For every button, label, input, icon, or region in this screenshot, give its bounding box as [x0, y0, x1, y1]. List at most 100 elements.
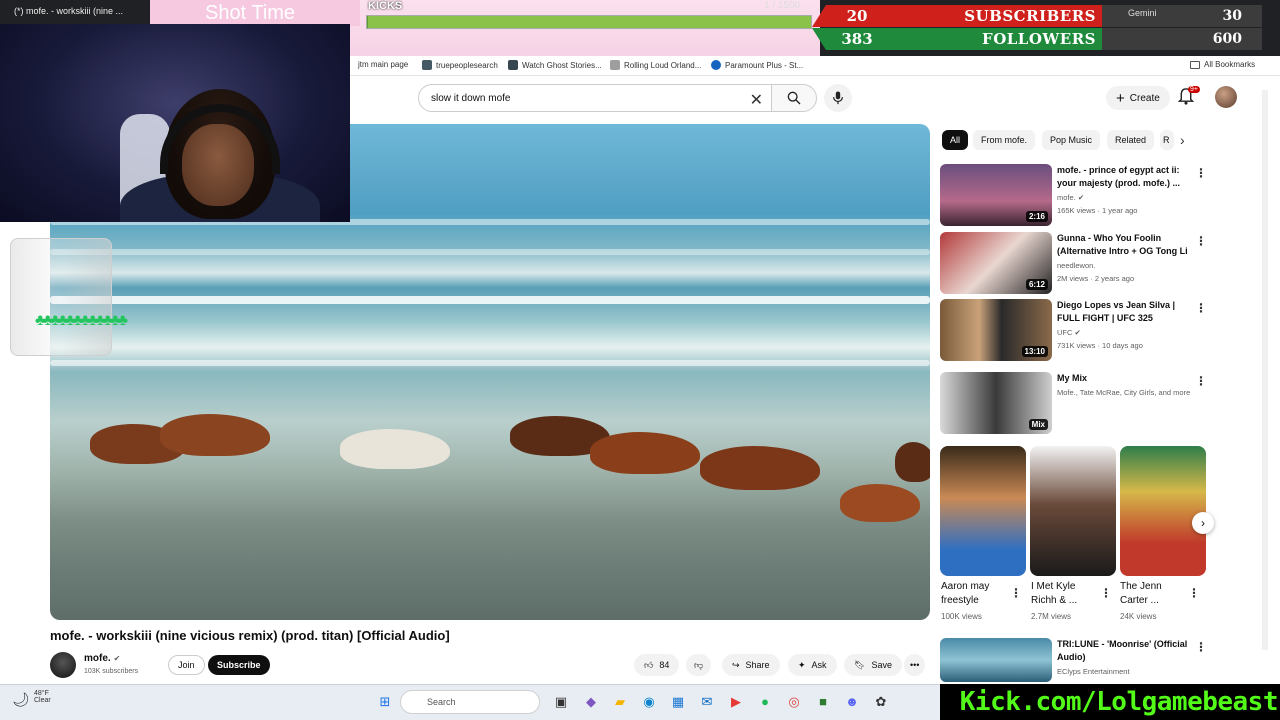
kicks-progress-bar [366, 15, 812, 29]
short-thumbnail[interactable] [1120, 446, 1206, 576]
chrome-icon[interactable]: ◎ [783, 691, 805, 713]
channel-avatar[interactable] [50, 652, 76, 678]
share-button[interactable]: ↪ Share [722, 654, 780, 676]
rec-meta: Mofe., Tate McRae, City Girls, and more [1057, 388, 1191, 397]
clear-search-icon[interactable]: ✕ [750, 90, 763, 110]
search-input[interactable]: slow it down mofe ✕ [418, 84, 772, 112]
scrollbar[interactable] [1262, 90, 1268, 650]
create-button[interactable]: + Create [1106, 86, 1170, 110]
account-avatar[interactable] [1215, 86, 1237, 108]
wave [50, 296, 930, 304]
minecraft-icon[interactable]: ■ [812, 691, 834, 713]
copilot-icon[interactable]: ◆ [580, 691, 602, 713]
temperature: 48°F [34, 690, 49, 697]
windows-start-icon[interactable]: ⊞ [374, 691, 396, 713]
kebab-menu-icon[interactable]: ⋮ [1195, 640, 1207, 654]
join-button[interactable]: Join [168, 655, 205, 675]
discord-icon[interactable]: ☻ [841, 691, 863, 713]
save-button[interactable]: 🔖︎ Save [844, 654, 902, 676]
rec-thumbnail[interactable]: Mix [940, 372, 1052, 434]
chip-all[interactable]: All [942, 130, 969, 150]
rec-item[interactable]: TRI:LUNE - 'Moonrise' (Official Audio) E… [940, 638, 1210, 682]
more-actions-button[interactable]: ••• [904, 654, 926, 676]
rec-item-mix[interactable]: Mix My Mix Mofe., Tate McRae, City Girls… [940, 372, 1210, 434]
short-title[interactable]: The Jenn Carter ... [1120, 580, 1190, 608]
rec-thumbnail[interactable] [940, 638, 1052, 682]
rec-title[interactable]: Diego Lopes vs Jean Silva | FULL FIGHT |… [1057, 299, 1195, 325]
chevron-right-icon[interactable]: › [1180, 132, 1185, 148]
kebab-menu-icon[interactable]: ⋮ [1195, 166, 1207, 180]
kick-jar-overlay: ♣♣♣♣♣♣♣♣♣♣♣♣ [10, 238, 128, 356]
search-query: slow it down mofe [431, 93, 511, 104]
bookmark-label: Watch Ghost Stories... [522, 60, 602, 70]
rec-thumbnail[interactable]: 6:12 [940, 232, 1052, 294]
bookmark-item[interactable]: truepeoplesearch [422, 60, 498, 70]
edge-icon[interactable]: ◉ [638, 691, 660, 713]
shorts-next-button[interactable]: › [1192, 512, 1214, 534]
taskbar-search[interactable]: Search [400, 690, 540, 714]
dislike-button[interactable]: 👎︎ [686, 654, 712, 676]
rec-title[interactable]: Gunna - Who You Foolin (Alternative Intr… [1057, 232, 1195, 258]
horse [840, 484, 920, 522]
microphone-icon [833, 91, 843, 105]
gemini-button[interactable]: Gemini [1128, 8, 1157, 18]
chip-partial[interactable]: R [1160, 130, 1174, 150]
plus-icon: + [1116, 89, 1125, 107]
short-thumbnail[interactable] [1030, 446, 1116, 576]
ask-button[interactable]: ✦ Ask [788, 654, 837, 676]
kebab-menu-icon[interactable]: ⋮ [1195, 374, 1207, 388]
task-view-icon[interactable]: ▣ [550, 691, 572, 713]
app-icon[interactable]: ✿ [870, 691, 892, 713]
weather-widget[interactable]: 48°F Clear [34, 690, 51, 704]
rec-title[interactable]: mofe. - prince of egypt act ii: your maj… [1057, 164, 1195, 190]
bookmark-item[interactable]: jtm main page [358, 60, 408, 69]
rec-thumbnail[interactable]: 2:16 [940, 164, 1052, 226]
kebab-menu-icon[interactable]: ⋮ [1195, 301, 1207, 315]
short-thumbnail[interactable] [940, 446, 1026, 576]
rec-channel-name: UFC [1057, 328, 1073, 337]
chip-related[interactable]: Related [1107, 130, 1155, 150]
chip-from-mofe[interactable]: From mofe. [973, 130, 1036, 150]
rec-title[interactable]: TRI:LUNE - 'Moonrise' (Official Audio) [1057, 638, 1195, 664]
all-bookmarks-label: All Bookmarks [1204, 60, 1256, 69]
search-button[interactable] [771, 84, 817, 112]
bookmark-item[interactable]: Rolling Loud Orland... [610, 60, 701, 70]
screen: (*) mofe. - workskiii (nine ... Shot Tim… [0, 0, 1280, 720]
all-bookmarks[interactable]: All Bookmarks [1190, 60, 1255, 69]
rec-meta: 731K views · 10 days ago [1057, 341, 1143, 350]
kebab-menu-icon[interactable]: ⋮ [1195, 234, 1207, 248]
verified-icon: ✔ [1074, 328, 1081, 337]
site-icon [508, 60, 518, 70]
bookmark-item[interactable]: Paramount Plus - St... [711, 60, 803, 70]
bookmark-label: Paramount Plus - St... [725, 60, 804, 70]
search-icon [422, 60, 432, 70]
spotify-icon[interactable]: ● [754, 691, 776, 713]
short-title[interactable]: Aaron may freestyle [941, 580, 1011, 608]
subscribe-button[interactable]: Subscribe [208, 655, 270, 675]
youtube-app-icon[interactable]: ▶ [725, 691, 747, 713]
store-icon[interactable]: ▦ [667, 691, 689, 713]
channel-name[interactable]: mofe. ✔ [84, 653, 120, 664]
kebab-menu-icon[interactable]: ⋮ [1100, 586, 1112, 600]
short-title[interactable]: I Met Kyle Richh & ... [1031, 580, 1101, 608]
share-label: Share [745, 660, 770, 670]
duration-badge: 6:12 [1025, 279, 1048, 290]
horse [590, 432, 700, 474]
rec-title[interactable]: My Mix [1057, 372, 1195, 385]
kebab-menu-icon[interactable]: ⋮ [1010, 586, 1022, 600]
voice-search-button[interactable] [824, 84, 852, 112]
file-explorer-icon[interactable]: ▰ [609, 691, 631, 713]
kebab-menu-icon[interactable]: ⋮ [1188, 586, 1200, 600]
rec-item[interactable]: 13:10 Diego Lopes vs Jean Silva | FULL F… [940, 299, 1210, 361]
rec-thumbnail[interactable]: 13:10 [940, 299, 1052, 361]
subscribers-goal-bar: 20 SUBSCRIBERS [812, 5, 1102, 27]
outlook-icon[interactable]: ✉ [696, 691, 718, 713]
rec-item[interactable]: 6:12 Gunna - Who You Foolin (Alternative… [940, 232, 1210, 294]
bookmark-item[interactable]: Watch Ghost Stories... [508, 60, 602, 70]
followers-goal-bar: 383 FOLLOWERS [812, 28, 1102, 50]
browser-tab-title[interactable]: (*) mofe. - workskiii (nine ... [14, 6, 123, 16]
moon-icon: 🌙︎ [12, 691, 30, 707]
rec-item[interactable]: 2:16 mofe. - prince of egypt act ii: you… [940, 164, 1210, 226]
like-button[interactable]: 👍︎ 84 [634, 654, 680, 676]
chip-pop-music[interactable]: Pop Music [1042, 130, 1101, 150]
